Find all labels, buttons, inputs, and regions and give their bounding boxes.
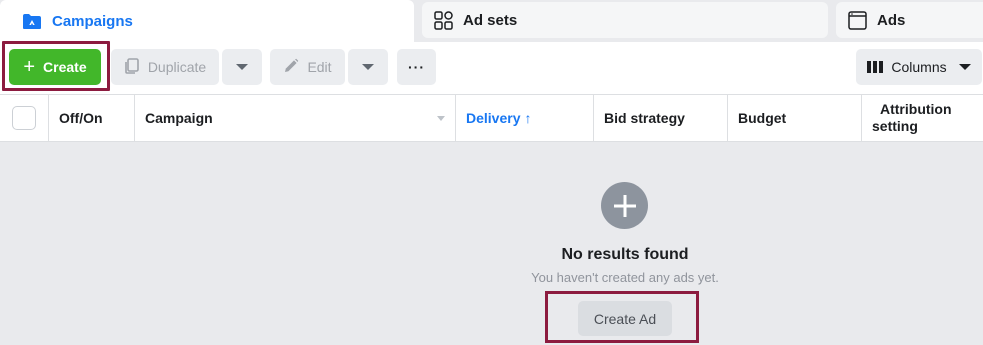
duplicate-dropdown-button[interactable]: [222, 49, 262, 85]
create-ad-button[interactable]: Create Ad: [578, 301, 672, 336]
column-header-campaign-label: Campaign: [145, 110, 213, 126]
duplicate-button[interactable]: Duplicate: [111, 49, 219, 85]
empty-state-title: No results found: [561, 246, 689, 263]
column-header-off-on[interactable]: Off/On: [49, 95, 135, 141]
column-header-budget[interactable]: Budget: [728, 95, 862, 141]
columns-button-label: Columns: [891, 59, 947, 75]
grid-icon: [434, 10, 453, 30]
column-header-attribution-label: Attribution setting: [872, 101, 952, 135]
column-header-bid-strategy[interactable]: Bid strategy: [594, 95, 728, 141]
tab-ads[interactable]: Ads: [836, 2, 983, 38]
more-options-button[interactable]: ···: [397, 49, 436, 85]
chevron-down-icon: [362, 64, 374, 70]
columns-button[interactable]: Columns: [856, 49, 982, 85]
toolbar: + Create Duplicate Edit ··· Columns: [0, 42, 983, 94]
column-header-off-on-label: Off/On: [59, 110, 103, 126]
plus-icon: +: [23, 56, 36, 78]
plus-circle-icon: [601, 182, 648, 229]
level-tabs: Campaigns Ad sets Ads: [0, 0, 983, 42]
sort-ascending-icon: ↑: [524, 110, 532, 126]
ads-manager: Campaigns Ad sets Ads + Create Duplicate…: [0, 0, 983, 345]
duplicate-icon: [124, 57, 140, 77]
column-header-campaign[interactable]: Campaign: [135, 95, 456, 141]
column-header-delivery[interactable]: Delivery ↑: [456, 95, 594, 141]
column-header-delivery-label: Delivery: [466, 110, 521, 126]
edit-button-label: Edit: [307, 59, 332, 75]
select-all-checkbox[interactable]: [12, 106, 36, 130]
column-header-budget-label: Budget: [738, 110, 787, 126]
window-icon: [848, 10, 867, 30]
tab-campaigns[interactable]: Campaigns: [0, 0, 414, 42]
attribution-line-1: Attribution: [880, 101, 952, 117]
tab-campaigns-label: Campaigns: [52, 12, 133, 30]
chevron-down-icon: [236, 64, 248, 70]
pencil-icon: [283, 58, 299, 77]
edit-button[interactable]: Edit: [270, 49, 345, 85]
caret-down-icon: [437, 116, 445, 121]
folder-icon: [22, 13, 42, 30]
create-button[interactable]: + Create: [9, 49, 101, 85]
column-header-bid-strategy-label: Bid strategy: [604, 110, 685, 126]
chevron-down-icon: [958, 64, 971, 70]
tab-ads-label: Ads: [877, 11, 906, 29]
tab-ad-sets-label: Ad sets: [463, 11, 518, 29]
table-header: Off/On Campaign Delivery ↑ Bid strategy …: [0, 94, 983, 142]
empty-state: No results found You haven't created any…: [0, 142, 983, 345]
select-all-cell: [0, 95, 49, 141]
columns-icon: [867, 61, 884, 73]
duplicate-button-label: Duplicate: [147, 59, 207, 75]
empty-state-subtitle: You haven't created any ads yet.: [531, 270, 719, 285]
edit-dropdown-button[interactable]: [348, 49, 388, 85]
tab-ad-sets[interactable]: Ad sets: [422, 2, 828, 38]
attribution-line-2: setting: [872, 118, 918, 134]
more-icon: ···: [408, 59, 425, 75]
create-ad-button-label: Create Ad: [593, 310, 657, 327]
create-button-label: Create: [43, 59, 87, 75]
column-header-attribution-setting[interactable]: Attribution setting: [862, 95, 983, 141]
